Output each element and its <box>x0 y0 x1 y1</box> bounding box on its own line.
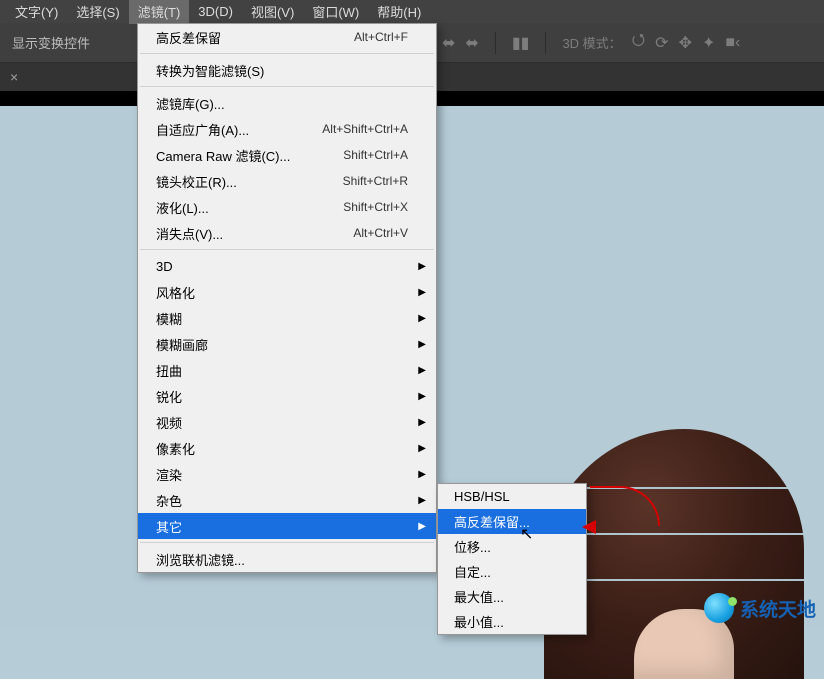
menu-item-filter-gallery[interactable]: 滤镜库(G)... <box>138 90 436 116</box>
menu-item-stylize[interactable]: 风格化 ▶ <box>138 279 436 305</box>
menu-label: 转换为智能滤镜(S) <box>156 61 264 80</box>
menu-label: 液化(L)... <box>156 198 209 217</box>
submenu-arrow-icon: ▶ <box>418 469 426 480</box>
menu-item-camera-raw[interactable]: Camera Raw 滤镜(C)... Shift+Ctrl+A <box>138 142 436 168</box>
menu-label: 消失点(V)... <box>156 224 223 243</box>
submenu-item-minimum[interactable]: 最小值... <box>438 609 586 634</box>
menu-label: 3D <box>156 259 173 274</box>
menu-item-lens-correction[interactable]: 镜头校正(R)... Shift+Ctrl+R <box>138 168 436 194</box>
menu-filter[interactable]: 滤镜(T) <box>129 0 190 24</box>
menu-item-blur-gallery[interactable]: 模糊画廊 ▶ <box>138 331 436 357</box>
filter-menu: 高反差保留 Alt+Ctrl+F 转换为智能滤镜(S) 滤镜库(G)... 自适… <box>137 23 437 573</box>
menu-separator <box>140 542 434 543</box>
menu-label: 滤镜库(G)... <box>156 94 225 113</box>
menu-label: Camera Raw 滤镜(C)... <box>156 146 290 165</box>
menu-item-vanishing-point[interactable]: 消失点(V)... Alt+Ctrl+V <box>138 220 436 246</box>
menu-3d[interactable]: 3D(D) <box>189 1 242 22</box>
menu-label: 高反差保留... <box>454 512 530 531</box>
menu-separator <box>140 249 434 250</box>
menu-label: 模糊画廊 <box>156 335 208 354</box>
distribute-icon[interactable]: ▮▮ <box>512 33 530 53</box>
menu-label: HSB/HSL <box>454 489 510 504</box>
menu-select[interactable]: 选择(S) <box>67 0 128 24</box>
menu-item-liquify[interactable]: 液化(L)... Shift+Ctrl+X <box>138 194 436 220</box>
shortcut: Alt+Ctrl+V <box>353 226 408 240</box>
menu-label: 最大值... <box>454 587 504 606</box>
align-icon[interactable]: ⬌ <box>465 33 478 53</box>
menu-item-adaptive-wide-angle[interactable]: 自适应广角(A)... Alt+Shift+Ctrl+A <box>138 116 436 142</box>
menu-item-render[interactable]: 渲染 ▶ <box>138 461 436 487</box>
shortcut: Shift+Ctrl+X <box>343 200 408 214</box>
submenu-arrow-icon: ▶ <box>418 339 426 350</box>
other-submenu: HSB/HSL 高反差保留... 位移... 自定... 最大值... 最小值.… <box>437 483 587 635</box>
menu-item-pixelate[interactable]: 像素化 ▶ <box>138 435 436 461</box>
shortcut: Alt+Shift+Ctrl+A <box>322 122 408 136</box>
menu-label: 像素化 <box>156 439 195 458</box>
menu-item-distort[interactable]: 扭曲 ▶ <box>138 357 436 383</box>
menu-item-smart-filter[interactable]: 转换为智能滤镜(S) <box>138 57 436 83</box>
menu-label: 最小值... <box>454 612 504 631</box>
menu-label: 扭曲 <box>156 361 182 380</box>
orbit-icon[interactable]: ⭯ <box>632 29 645 56</box>
menu-window[interactable]: 窗口(W) <box>303 0 368 24</box>
menu-label: 其它 <box>156 517 182 536</box>
menu-item-sharpen[interactable]: 锐化 ▶ <box>138 383 436 409</box>
camera-icon[interactable]: ■‹ <box>725 34 740 52</box>
menu-label: 镜头校正(R)... <box>156 172 237 191</box>
separator <box>495 32 496 54</box>
submenu-arrow-icon: ▶ <box>418 313 426 324</box>
submenu-item-maximum[interactable]: 最大值... <box>438 584 586 609</box>
menu-label: 自适应广角(A)... <box>156 120 249 139</box>
show-transform-controls-label: 显示变换控件 <box>0 33 102 52</box>
watermark-icon <box>704 593 734 623</box>
submenu-arrow-icon: ▶ <box>418 261 426 272</box>
3d-mode-label: 3D 模式： <box>562 33 621 52</box>
submenu-item-custom[interactable]: 自定... <box>438 559 586 584</box>
separator <box>545 32 546 54</box>
menu-separator <box>140 86 434 87</box>
submenu-arrow-icon: ▶ <box>418 391 426 402</box>
rotate-icon[interactable]: ⟳ <box>655 33 668 53</box>
shortcut: Shift+Ctrl+A <box>343 148 408 162</box>
shortcut: Shift+Ctrl+R <box>343 174 408 188</box>
menu-item-other[interactable]: 其它 ▶ <box>138 513 436 539</box>
submenu-arrow-icon: ▶ <box>418 521 426 532</box>
watermark-text: 系统天地 <box>740 595 816 622</box>
tab-close-icon[interactable]: × <box>0 69 28 85</box>
submenu-arrow-icon: ▶ <box>418 495 426 506</box>
menu-label: 模糊 <box>156 309 182 328</box>
menu-label: 视频 <box>156 413 182 432</box>
slide-icon[interactable]: ✦ <box>702 33 715 53</box>
menu-label: 高反差保留 <box>156 28 221 47</box>
menu-help[interactable]: 帮助(H) <box>368 0 430 24</box>
menu-label: 浏览联机滤镜... <box>156 550 245 569</box>
submenu-item-offset[interactable]: 位移... <box>438 534 586 559</box>
menu-label: 锐化 <box>156 387 182 406</box>
menu-separator <box>140 53 434 54</box>
align-icon[interactable]: ⬌ <box>442 33 455 53</box>
menu-label: 位移... <box>454 537 491 556</box>
menu-text[interactable]: 文字(Y) <box>6 0 67 24</box>
menu-item-browse-online[interactable]: 浏览联机滤镜... <box>138 546 436 572</box>
menu-label: 杂色 <box>156 491 182 510</box>
menubar: 文字(Y) 选择(S) 滤镜(T) 3D(D) 视图(V) 窗口(W) 帮助(H… <box>0 0 824 23</box>
submenu-arrow-icon: ▶ <box>418 417 426 428</box>
menu-label: 自定... <box>454 562 491 581</box>
submenu-arrow-icon: ▶ <box>418 365 426 376</box>
menu-item-3d[interactable]: 3D ▶ <box>138 253 436 279</box>
menu-label: 渲染 <box>156 465 182 484</box>
menu-label: 风格化 <box>156 283 195 302</box>
submenu-item-hsb-hsl[interactable]: HSB/HSL <box>438 484 586 509</box>
submenu-item-high-pass[interactable]: 高反差保留... <box>438 509 586 534</box>
submenu-arrow-icon: ▶ <box>418 287 426 298</box>
shortcut: Alt+Ctrl+F <box>354 30 408 44</box>
menu-item-video[interactable]: 视频 ▶ <box>138 409 436 435</box>
menu-view[interactable]: 视图(V) <box>242 0 303 24</box>
menu-item-blur[interactable]: 模糊 ▶ <box>138 305 436 331</box>
watermark: 系统天地 <box>704 593 816 623</box>
menu-item-noise[interactable]: 杂色 ▶ <box>138 487 436 513</box>
pan-icon[interactable]: ✥ <box>679 33 692 53</box>
submenu-arrow-icon: ▶ <box>418 443 426 454</box>
menu-item-last-filter[interactable]: 高反差保留 Alt+Ctrl+F <box>138 24 436 50</box>
